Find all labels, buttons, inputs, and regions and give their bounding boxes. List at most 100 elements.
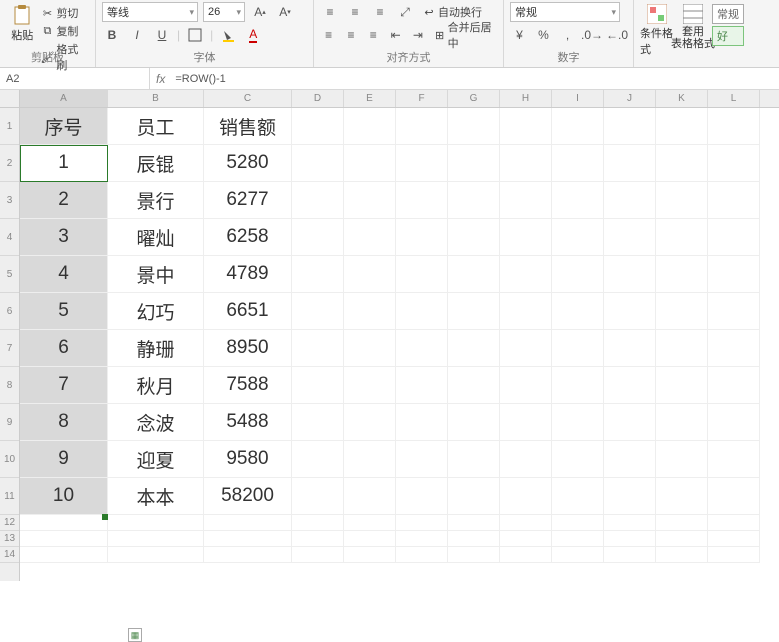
cell[interactable]: 辰锟 bbox=[108, 145, 204, 182]
cell[interactable] bbox=[656, 441, 708, 478]
col-header-K[interactable]: K bbox=[656, 90, 708, 107]
cell[interactable] bbox=[552, 182, 604, 219]
cell[interactable] bbox=[708, 404, 760, 441]
cell[interactable]: 曜灿 bbox=[108, 219, 204, 256]
cell[interactable] bbox=[552, 108, 604, 145]
cell[interactable] bbox=[344, 182, 396, 219]
cell[interactable]: 员工 bbox=[108, 108, 204, 145]
col-header-H[interactable]: H bbox=[500, 90, 552, 107]
col-header-G[interactable]: G bbox=[448, 90, 500, 107]
indent-dec-button[interactable]: ⇤ bbox=[387, 25, 404, 45]
cell[interactable] bbox=[500, 219, 552, 256]
cell[interactable] bbox=[604, 256, 656, 293]
cell[interactable] bbox=[396, 145, 448, 182]
cell[interactable] bbox=[656, 367, 708, 404]
col-header-D[interactable]: D bbox=[292, 90, 344, 107]
cell[interactable] bbox=[448, 547, 500, 563]
cell[interactable] bbox=[604, 515, 656, 531]
cell[interactable] bbox=[204, 531, 292, 547]
fill-color-button[interactable] bbox=[218, 25, 238, 45]
cell[interactable] bbox=[656, 404, 708, 441]
cell[interactable] bbox=[604, 330, 656, 367]
cell[interactable] bbox=[448, 531, 500, 547]
fill-handle[interactable] bbox=[102, 514, 108, 520]
cell[interactable] bbox=[552, 441, 604, 478]
cell[interactable] bbox=[396, 547, 448, 563]
cell[interactable] bbox=[204, 515, 292, 531]
cell[interactable]: 秋月 bbox=[108, 367, 204, 404]
cell[interactable] bbox=[604, 293, 656, 330]
cell[interactable]: 迎夏 bbox=[108, 441, 204, 478]
row-header[interactable]: 12 bbox=[0, 515, 19, 531]
row-header[interactable]: 14 bbox=[0, 547, 19, 563]
cell[interactable]: 58200 bbox=[204, 478, 292, 515]
cell[interactable] bbox=[448, 330, 500, 367]
cell[interactable]: 7588 bbox=[204, 367, 292, 404]
cell[interactable] bbox=[552, 330, 604, 367]
cell[interactable] bbox=[500, 293, 552, 330]
cell[interactable] bbox=[500, 256, 552, 293]
cell[interactable] bbox=[500, 547, 552, 563]
col-header-I[interactable]: I bbox=[552, 90, 604, 107]
cell[interactable] bbox=[552, 256, 604, 293]
cell[interactable] bbox=[500, 108, 552, 145]
cell[interactable] bbox=[204, 547, 292, 563]
cell[interactable] bbox=[708, 478, 760, 515]
cell[interactable]: 2 bbox=[20, 182, 108, 219]
style-good[interactable]: 好 bbox=[712, 26, 744, 46]
row-header[interactable]: 8 bbox=[0, 367, 19, 404]
cell[interactable] bbox=[448, 219, 500, 256]
cell[interactable] bbox=[708, 515, 760, 531]
cell[interactable]: 1 bbox=[20, 145, 108, 182]
cell[interactable] bbox=[604, 404, 656, 441]
row-header[interactable]: 13 bbox=[0, 531, 19, 547]
cell[interactable] bbox=[708, 108, 760, 145]
cell[interactable] bbox=[656, 108, 708, 145]
cell[interactable] bbox=[20, 531, 108, 547]
align-left-button[interactable]: ≡ bbox=[320, 25, 337, 45]
cell[interactable]: 6 bbox=[20, 330, 108, 367]
cell[interactable] bbox=[292, 441, 344, 478]
cell[interactable] bbox=[708, 182, 760, 219]
cell[interactable]: 5488 bbox=[204, 404, 292, 441]
col-header-E[interactable]: E bbox=[344, 90, 396, 107]
col-header-F[interactable]: F bbox=[396, 90, 448, 107]
currency-button[interactable]: ¥ bbox=[510, 25, 529, 45]
cell[interactable] bbox=[708, 145, 760, 182]
cell[interactable] bbox=[448, 256, 500, 293]
font-name-combo[interactable]: 等线 bbox=[102, 2, 198, 22]
cell[interactable] bbox=[292, 182, 344, 219]
cell[interactable] bbox=[552, 478, 604, 515]
col-header-L[interactable]: L bbox=[708, 90, 760, 107]
align-bottom-button[interactable]: ≡ bbox=[370, 2, 390, 22]
cell[interactable]: 6651 bbox=[204, 293, 292, 330]
cell[interactable] bbox=[344, 108, 396, 145]
number-format-combo[interactable]: 常规 bbox=[510, 2, 620, 22]
cell[interactable] bbox=[344, 367, 396, 404]
cell[interactable] bbox=[20, 515, 108, 531]
cell[interactable] bbox=[500, 404, 552, 441]
cell[interactable] bbox=[604, 145, 656, 182]
select-all-corner[interactable] bbox=[0, 90, 19, 108]
cell[interactable] bbox=[344, 531, 396, 547]
increase-font-button[interactable]: A▴ bbox=[250, 2, 270, 22]
cell[interactable] bbox=[656, 219, 708, 256]
cell[interactable] bbox=[604, 547, 656, 563]
cell[interactable] bbox=[604, 531, 656, 547]
cell[interactable] bbox=[552, 293, 604, 330]
cell[interactable] bbox=[552, 531, 604, 547]
cell[interactable] bbox=[292, 256, 344, 293]
cell[interactable] bbox=[604, 441, 656, 478]
row-header[interactable]: 4 bbox=[0, 219, 19, 256]
cut-button[interactable]: ✂剪切 bbox=[38, 4, 89, 22]
row-header[interactable]: 3 bbox=[0, 182, 19, 219]
cell[interactable] bbox=[656, 256, 708, 293]
cell[interactable] bbox=[396, 478, 448, 515]
row-header[interactable]: 1 bbox=[0, 108, 19, 145]
cell[interactable]: 销售额 bbox=[204, 108, 292, 145]
row-header[interactable]: 7 bbox=[0, 330, 19, 367]
cell[interactable] bbox=[604, 367, 656, 404]
cell[interactable] bbox=[108, 531, 204, 547]
cell[interactable] bbox=[396, 404, 448, 441]
cell[interactable]: 3 bbox=[20, 219, 108, 256]
